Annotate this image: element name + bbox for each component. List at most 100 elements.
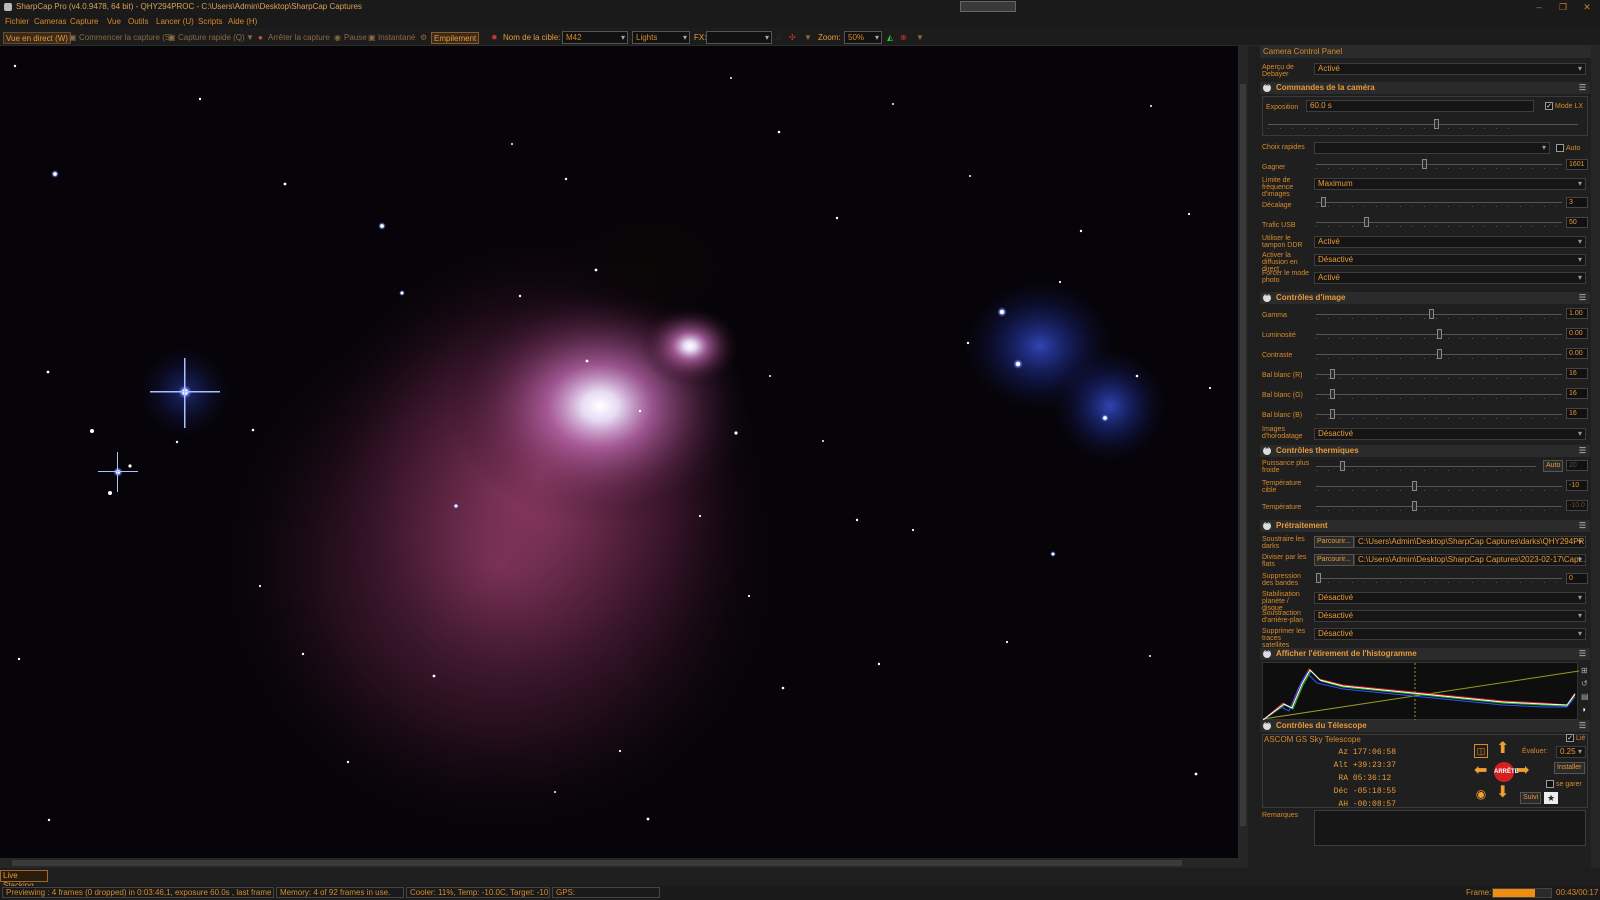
menu-file[interactable]: Fichier (5, 17, 29, 26)
brightness-slider[interactable] (1316, 329, 1562, 339)
zoom-select[interactable]: 50% ▾ (844, 31, 882, 44)
image-controls-header[interactable]: ⌃ Contrôles d'image ☰ (1260, 292, 1590, 304)
frame-rate-select[interactable]: Maximum ▾ (1314, 178, 1586, 190)
brightness-slider-knob[interactable] (1437, 329, 1442, 339)
menu-tools[interactable]: Outils (128, 17, 148, 26)
wb-blue-slider[interactable] (1316, 409, 1562, 419)
gamma-slider[interactable] (1316, 309, 1562, 319)
horizontal-scrollbar[interactable] (0, 858, 1248, 868)
reticle-icon[interactable]: ◌ (776, 32, 781, 44)
stabilization-select[interactable]: Désactivé ▾ (1314, 592, 1586, 604)
usb-traffic-slider-knob[interactable] (1364, 217, 1369, 227)
offset-value[interactable]: 3 (1566, 197, 1588, 208)
menu-scripts[interactable]: Scripts (198, 17, 222, 26)
exposure-slider-knob[interactable] (1434, 119, 1439, 129)
banding-suppression-slider-knob[interactable] (1316, 573, 1321, 583)
menu-capture[interactable]: Capture (70, 17, 98, 26)
vertical-scroll-thumb[interactable] (1240, 84, 1246, 826)
menu-icon[interactable]: ☰ (1579, 720, 1586, 732)
panel-scrollbar[interactable] (1591, 46, 1600, 868)
tracking-button[interactable]: Suivi (1520, 792, 1542, 804)
live-view-button[interactable]: Vue en direct (W) (3, 32, 71, 44)
flats-path-select[interactable]: C:\Users\Admin\Desktop\SharpCap Captures… (1354, 554, 1586, 566)
collapse-icon[interactable]: ⌃ (1263, 84, 1271, 92)
histogram-icon[interactable]: ◭ (887, 32, 893, 44)
wb-green-slider[interactable] (1316, 389, 1562, 399)
frame-type-select[interactable]: Lights ▾ (632, 31, 690, 44)
target-name-input[interactable]: M42 ▾ (562, 31, 628, 44)
arrow-down-icon[interactable]: ⬇ (1496, 785, 1509, 801)
star-icon[interactable]: ★ (1544, 792, 1558, 804)
wb-blue-slider-knob[interactable] (1330, 409, 1335, 419)
camera-controls-header[interactable]: ⌃ Commandes de la caméra ☰ (1260, 82, 1590, 94)
sync-icon[interactable]: ◫ (1474, 744, 1488, 758)
menu-view[interactable]: Vue (107, 17, 121, 26)
background-subtraction-select[interactable]: Désactivé ▾ (1314, 610, 1586, 622)
gain-slider-knob[interactable] (1422, 159, 1427, 169)
offset-slider-knob[interactable] (1321, 197, 1326, 207)
banding-suppression-value[interactable]: 0 (1566, 573, 1588, 584)
collapse-icon[interactable]: ⌃ (1263, 447, 1271, 455)
gamma-value[interactable]: 1.00 (1566, 308, 1588, 319)
gamma-slider-knob[interactable] (1429, 309, 1434, 319)
usb-traffic-value[interactable]: 50 (1566, 217, 1588, 228)
notes-textarea[interactable] (1314, 810, 1586, 846)
install-button[interactable]: Installer (1554, 762, 1585, 774)
wb-blue-value[interactable]: 16 (1566, 408, 1588, 419)
quick-choice-select[interactable]: ▾ (1314, 142, 1550, 154)
arrow-up-icon[interactable]: ⬆ (1496, 741, 1509, 757)
more-dropdown-icon[interactable]: ▼ (916, 32, 924, 44)
darks-browse-button[interactable]: Parcourir... (1314, 536, 1354, 548)
cooler-power-slider-knob[interactable] (1340, 461, 1345, 471)
exposure-slider[interactable] (1268, 119, 1578, 129)
menu-icon[interactable]: ☰ (1579, 445, 1586, 457)
auto-checkbox[interactable] (1556, 144, 1564, 152)
usb-traffic-slider[interactable] (1316, 217, 1562, 227)
target-icon[interactable]: ◉ (1474, 787, 1488, 801)
mode-lx-checkbox[interactable]: ✓ (1545, 102, 1553, 110)
menu-help[interactable]: Aide (H) (228, 17, 257, 26)
exposure-input[interactable]: 60.0 s (1306, 100, 1534, 112)
contrast-value[interactable]: 0.00 (1566, 348, 1588, 359)
image-viewer[interactable] (0, 46, 1238, 858)
maximize-button[interactable]: ❐ (1556, 1, 1570, 13)
horizontal-scroll-thumb[interactable] (12, 860, 1182, 866)
menu-cameras[interactable]: Cameras (34, 17, 66, 26)
histogram-header[interactable]: ⌃ Afficher l'étirement de l'histogramme ☰ (1260, 648, 1590, 660)
live-stacking-tab[interactable]: Live Stacking (0, 870, 48, 890)
preprocessing-header[interactable]: ⌃ Prétraitement ☰ (1260, 520, 1590, 532)
stop-button[interactable]: ARRÊTE (1494, 762, 1519, 782)
satellite-trails-select[interactable]: Désactivé ▾ (1314, 628, 1586, 640)
contrast-slider[interactable] (1316, 349, 1562, 359)
target-temp-slider-knob[interactable] (1412, 481, 1417, 491)
collapse-icon[interactable]: ⌃ (1263, 294, 1271, 302)
debayer-select[interactable]: Activé ▾ (1314, 63, 1586, 75)
grid-icon[interactable]: ✣ (789, 32, 796, 44)
wb-red-value[interactable]: 16 (1566, 368, 1588, 379)
target-temp-slider[interactable] (1316, 481, 1562, 491)
menu-icon[interactable]: ☰ (1579, 520, 1586, 532)
pause-button[interactable]: Pause (344, 32, 367, 44)
overlay-dropdown-icon[interactable]: ▼ (804, 32, 812, 44)
arrow-left-icon[interactable]: ⬅ (1474, 763, 1487, 779)
wb-red-slider[interactable] (1316, 369, 1562, 379)
target-temp-value[interactable]: -10 (1566, 480, 1588, 491)
offset-slider[interactable] (1316, 197, 1562, 207)
wb-green-value[interactable]: 16 (1566, 388, 1588, 399)
collapse-icon[interactable]: ⌃ (1263, 650, 1271, 658)
start-capture-button[interactable]: Commencer la capture (S) (79, 32, 173, 44)
wb-green-slider-knob[interactable] (1330, 389, 1335, 399)
gain-slider[interactable] (1316, 159, 1562, 169)
quick-capture-button[interactable]: Capture rapide (Q) (178, 32, 245, 44)
histogram-display[interactable] (1262, 662, 1580, 721)
darks-path-select[interactable]: C:\Users\Admin\Desktop\SharpCap Captures… (1354, 536, 1586, 548)
thermal-controls-header[interactable]: ⌃ Contrôles thermiques ☰ (1260, 445, 1590, 457)
snapshot-button[interactable]: Instantané (378, 32, 415, 44)
contrast-slider-knob[interactable] (1437, 349, 1442, 359)
zoom-target-icon[interactable]: ⊕ (900, 32, 907, 44)
gain-value[interactable]: 1601 (1566, 159, 1588, 170)
rate-select[interactable]: 0.25 ▾ (1556, 746, 1586, 758)
settings-icon[interactable]: ⚙ (420, 32, 427, 44)
cooler-power-slider[interactable] (1316, 461, 1536, 471)
timestamp-select[interactable]: Désactivé ▾ (1314, 428, 1586, 440)
